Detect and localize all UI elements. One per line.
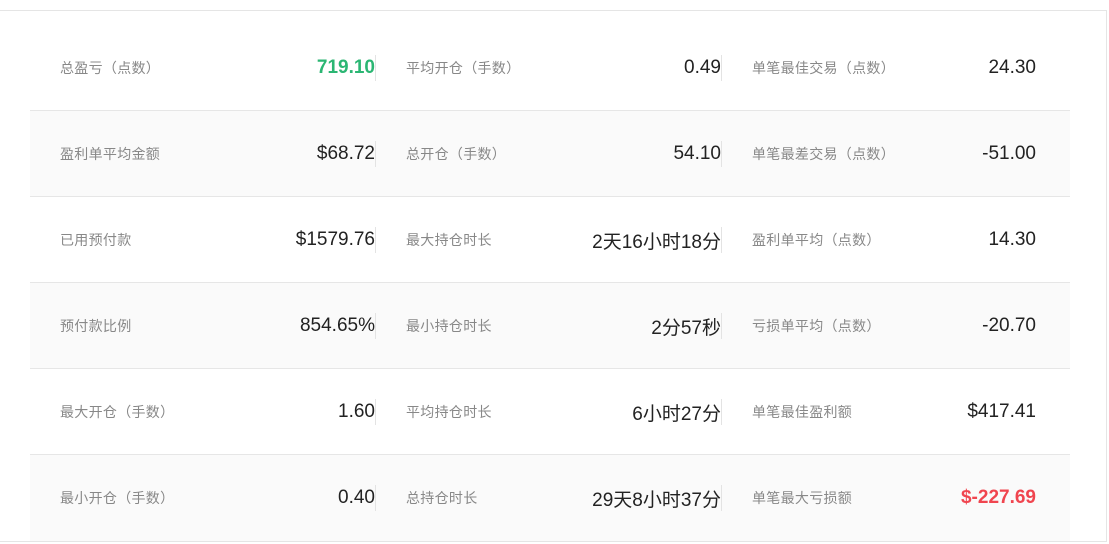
stats-row: 总盈亏（点数） 719.10 平均开仓（手数） 0.49 单笔最佳交易（点数） … — [30, 25, 1070, 111]
stat-cell: 平均开仓（手数） 0.49 — [376, 25, 721, 111]
stat-value: 2分57秒 — [651, 317, 721, 339]
stat-label: 单笔最佳盈利额 — [752, 404, 853, 420]
stat-cell: 总开仓（手数） 54.10 — [376, 111, 721, 197]
stat-value: $68.72 — [316, 143, 375, 164]
stat-cell: 单笔最大亏损额 $-227.69 — [722, 455, 1068, 541]
stat-value: 54.10 — [673, 143, 721, 164]
stat-cell: 单笔最佳盈利额 $417.41 — [722, 369, 1068, 455]
stats-row: 最大开仓（手数） 1.60 平均持仓时长 6小时27分 单笔最佳盈利额 $417… — [30, 369, 1070, 455]
stat-label: 预付款比例 — [60, 318, 132, 334]
stat-value: 854.65% — [299, 315, 375, 336]
stat-label: 平均持仓时长 — [406, 404, 492, 420]
stat-cell: 最大持仓时长 2天16小时18分 — [376, 197, 721, 283]
stats-row: 已用预付款 $1579.76 最大持仓时长 2天16小时18分 盈利单平均（点数… — [30, 197, 1070, 283]
stat-cell: 总持仓时长 29天8小时37分 — [376, 455, 721, 541]
stat-label: 最大开仓（手数） — [60, 404, 175, 420]
stats-panel: 总盈亏（点数） 719.10 平均开仓（手数） 0.49 单笔最佳交易（点数） … — [0, 10, 1107, 542]
stat-value: $417.41 — [967, 401, 1036, 422]
stat-cell: 平均持仓时长 6小时27分 — [376, 369, 721, 455]
stat-label: 亏损单平均（点数） — [752, 318, 881, 334]
stat-value: 29天8小时37分 — [592, 489, 721, 511]
stat-label: 最小持仓时长 — [406, 318, 492, 334]
stat-cell: 盈利单平均金额 $68.72 — [30, 111, 375, 197]
stat-label: 单笔最大亏损额 — [752, 490, 853, 506]
stat-value: 1.60 — [338, 401, 375, 422]
stat-cell: 最小开仓（手数） 0.40 — [30, 455, 375, 541]
stat-label: 已用预付款 — [60, 232, 132, 248]
stat-label: 盈利单平均金额 — [60, 146, 161, 162]
stats-row: 预付款比例 854.65% 最小持仓时长 2分57秒 亏损单平均（点数） -20… — [30, 283, 1070, 369]
stat-label: 总开仓（手数） — [406, 146, 507, 162]
stat-cell: 单笔最差交易（点数） -51.00 — [722, 111, 1068, 197]
stat-cell: 单笔最佳交易（点数） 24.30 — [722, 25, 1068, 111]
stat-value: -20.70 — [982, 315, 1036, 336]
stat-cell: 盈利单平均（点数） 14.30 — [722, 197, 1068, 283]
stat-value: 6小时27分 — [632, 403, 721, 425]
stat-label: 平均开仓（手数） — [406, 60, 521, 76]
stat-value: 24.30 — [988, 57, 1036, 78]
stat-cell: 总盈亏（点数） 719.10 — [30, 25, 375, 111]
stat-label: 单笔最差交易（点数） — [752, 146, 895, 162]
stat-cell: 最小持仓时长 2分57秒 — [376, 283, 721, 369]
stat-cell: 亏损单平均（点数） -20.70 — [722, 283, 1068, 369]
stat-label: 盈利单平均（点数） — [752, 232, 881, 248]
stat-label: 单笔最佳交易（点数） — [752, 60, 895, 76]
stat-value: 14.30 — [988, 229, 1036, 250]
stat-value: 0.40 — [338, 487, 375, 508]
stat-value: -51.00 — [982, 143, 1036, 164]
stat-value: 0.49 — [684, 57, 721, 78]
stat-label: 总持仓时长 — [406, 490, 478, 506]
stat-cell: 已用预付款 $1579.76 — [30, 197, 375, 283]
stat-label: 总盈亏（点数） — [60, 60, 161, 76]
stat-value: $1579.76 — [295, 229, 375, 250]
stat-value: 2天16小时18分 — [592, 231, 721, 253]
stats-row: 最小开仓（手数） 0.40 总持仓时长 29天8小时37分 单笔最大亏损额 $-… — [30, 455, 1070, 541]
stat-label: 最小开仓（手数） — [60, 490, 175, 506]
stats-row: 盈利单平均金额 $68.72 总开仓（手数） 54.10 单笔最差交易（点数） … — [30, 111, 1070, 197]
stat-cell: 预付款比例 854.65% — [30, 283, 375, 369]
stat-label: 最大持仓时长 — [406, 232, 492, 248]
stat-cell: 最大开仓（手数） 1.60 — [30, 369, 375, 455]
stats-table: 总盈亏（点数） 719.10 平均开仓（手数） 0.49 单笔最佳交易（点数） … — [30, 25, 1070, 541]
stat-value: 719.10 — [316, 57, 375, 78]
stat-value: $-227.69 — [960, 487, 1036, 508]
